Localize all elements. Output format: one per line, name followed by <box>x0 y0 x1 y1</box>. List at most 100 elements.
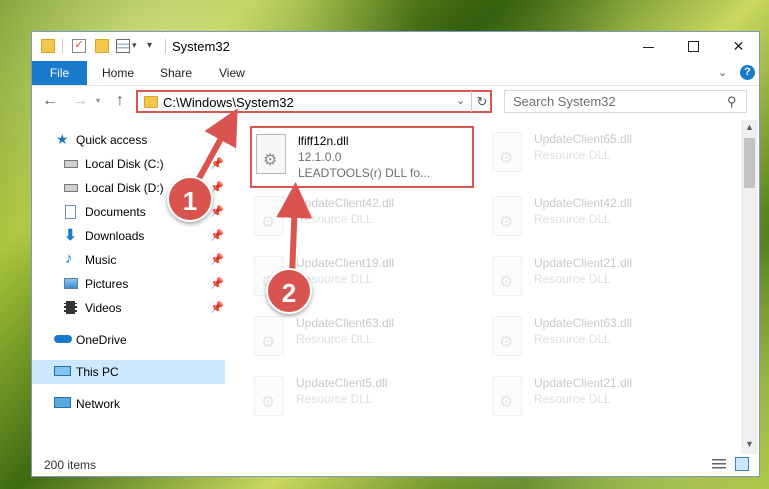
star-icon: ★ <box>56 131 69 147</box>
file-name: UpdateClient65.dll <box>534 132 633 146</box>
sidebar-item-local-disk-c[interactable]: Local Disk (C:) 📌 <box>32 152 225 176</box>
dll-file-icon: ⚙ <box>492 196 522 236</box>
sidebar-item-network[interactable]: Network <box>32 392 225 416</box>
file-type: Resource DLL <box>534 148 611 162</box>
folder-icon <box>41 39 55 53</box>
file-name: UpdateClient5.dll <box>296 376 388 390</box>
gear-icon: ⚙ <box>499 334 514 351</box>
divider <box>62 39 63 54</box>
tab-share[interactable]: Share <box>160 61 192 85</box>
tiles-view-icon[interactable] <box>735 457 749 471</box>
music-icon: ♪ <box>65 250 73 267</box>
pin-icon[interactable]: 📌 <box>210 277 224 290</box>
file-name: UpdateClient19.dll <box>296 256 395 270</box>
sidebar-item-label: Network <box>76 397 121 411</box>
window-title: System32 <box>172 39 230 54</box>
sidebar-item-this-pc[interactable]: This PC <box>32 360 225 384</box>
dll-file-icon: ⚙ <box>254 196 284 236</box>
sidebar-item-quick-access[interactable]: ★ Quick access <box>32 128 225 152</box>
details-view-glyph <box>712 459 726 469</box>
gear-icon: ⚙ <box>499 394 514 411</box>
dll-file-icon: ⚙ <box>492 316 522 356</box>
vertical-scrollbar[interactable]: ▲ ▼ <box>741 120 758 454</box>
expand-ribbon-icon[interactable]: ⌄ <box>718 66 727 79</box>
file-tile[interactable]: ⚙ UpdateClient5.dll Resource DLL <box>250 370 474 432</box>
file-tile[interactable]: ⚙ UpdateClient21.dll Resource DLL <box>488 250 712 312</box>
status-bar: 200 items <box>32 454 759 476</box>
sidebar-item-label: Downloads <box>85 229 145 243</box>
details-view-icon[interactable] <box>712 458 726 470</box>
refresh-icon[interactable]: ↻ <box>471 91 492 112</box>
file-type: Resource DLL <box>534 212 611 226</box>
file-name: UpdateClient63.dll <box>296 316 395 330</box>
file-type: Resource DLL <box>296 212 373 226</box>
properties-check-icon[interactable]: ✓ <box>72 39 86 53</box>
help-icon[interactable]: ? <box>740 65 755 80</box>
scroll-down-icon[interactable]: ▼ <box>745 439 754 449</box>
sidebar-item-label: Videos <box>85 301 122 315</box>
file-explorer-window: ✓ ▾ ▾ System32 ✕ File Home Share View ⌄ … <box>31 31 760 477</box>
scroll-thumb[interactable] <box>744 138 755 188</box>
file-tile-lfiff12n[interactable]: ⚙ lfiff12n.dll 12.1.0.0 LEADTOOLS(r) DLL… <box>250 126 474 188</box>
sidebar-item-videos[interactable]: Videos 📌 <box>32 296 225 320</box>
file-name: UpdateClient42.dll <box>296 196 395 210</box>
forward-arrow-icon[interactable]: → <box>72 92 88 110</box>
up-arrow-icon[interactable]: ↑ <box>116 92 124 110</box>
gear-icon: ⚙ <box>261 334 276 351</box>
documents-icon <box>65 205 76 219</box>
maximize-icon <box>688 41 699 52</box>
pin-icon[interactable]: 📌 <box>210 301 224 314</box>
sidebar-item-pictures[interactable]: Pictures 📌 <box>32 272 225 296</box>
pin-icon[interactable]: 📌 <box>210 229 224 242</box>
pictures-icon <box>64 278 78 289</box>
file-tile[interactable]: ⚙ UpdateClient42.dll Resource DLL <box>488 190 712 252</box>
file-type: Resource DLL <box>534 332 611 346</box>
pin-icon[interactable]: 📌 <box>210 205 224 218</box>
gear-icon: ⚙ <box>261 214 276 231</box>
search-box[interactable]: Search System32 ⚲ <box>504 90 747 113</box>
close-button[interactable]: ✕ <box>716 32 759 61</box>
tab-home[interactable]: Home <box>102 61 134 85</box>
chevron-down-icon[interactable]: ⌄ <box>456 94 465 107</box>
properties-icon[interactable] <box>116 39 130 53</box>
recent-locations-icon[interactable]: ▾ <box>96 96 100 105</box>
file-name: UpdateClient42.dll <box>534 196 633 210</box>
computer-icon <box>54 366 71 376</box>
customize-toolbar-icon[interactable]: ▾ <box>147 40 152 51</box>
dll-file-icon: ⚙ <box>492 256 522 296</box>
tab-view[interactable]: View <box>219 61 245 85</box>
navigation-bar: ← → ▾ ↑ C:\Windows\System32 ⌄ ↻ Search S… <box>32 86 759 118</box>
pin-icon[interactable]: 📌 <box>210 157 224 170</box>
file-tile[interactable]: ⚙ UpdateClient21.dll Resource DLL <box>488 370 712 432</box>
back-arrow-icon[interactable]: ← <box>42 92 58 110</box>
file-tile[interactable]: ⚙ UpdateClient42.dll Resource DLL <box>250 190 474 252</box>
gear-icon: ⚙ <box>499 214 514 231</box>
sidebar-item-downloads[interactable]: ⬇ Downloads 📌 <box>32 224 225 248</box>
pin-icon[interactable]: 📌 <box>210 253 224 266</box>
file-type: Resource DLL <box>296 392 373 406</box>
address-bar[interactable]: C:\Windows\System32 ⌄ ↻ <box>136 90 492 113</box>
folder-icon <box>144 96 158 108</box>
sidebar-item-onedrive[interactable]: OneDrive <box>32 328 225 352</box>
search-input[interactable]: Search System32 <box>513 94 616 109</box>
file-tile[interactable]: ⚙ UpdateClient63.dll Resource DLL <box>488 310 712 372</box>
file-name: UpdateClient63.dll <box>534 316 633 330</box>
chevron-down-icon[interactable]: ▾ <box>132 40 137 51</box>
sidebar-item-music[interactable]: ♪ Music 📌 <box>32 248 225 272</box>
maximize-button[interactable] <box>671 32 716 61</box>
address-path[interactable]: C:\Windows\System32 <box>163 95 294 110</box>
file-tile[interactable]: ⚙ UpdateClient65.dll Resource DLL <box>488 126 712 188</box>
scroll-up-icon[interactable]: ▲ <box>745 122 754 132</box>
sidebar-item-label: This PC <box>76 365 119 379</box>
search-icon[interactable]: ⚲ <box>727 94 737 110</box>
sidebar-item-label: Local Disk (D:) <box>85 181 164 195</box>
close-icon: ✕ <box>732 38 745 54</box>
file-tile[interactable]: ⚙ UpdateClient63.dll Resource DLL <box>250 310 474 372</box>
tab-file[interactable]: File <box>32 61 87 85</box>
minimize-button[interactable] <box>626 32 671 61</box>
videos-icon <box>64 301 77 314</box>
file-name: UpdateClient21.dll <box>534 376 633 390</box>
callout-badge-2: 2 <box>266 268 312 314</box>
sidebar-item-label: Local Disk (C:) <box>85 157 164 171</box>
new-folder-icon[interactable] <box>95 39 109 53</box>
